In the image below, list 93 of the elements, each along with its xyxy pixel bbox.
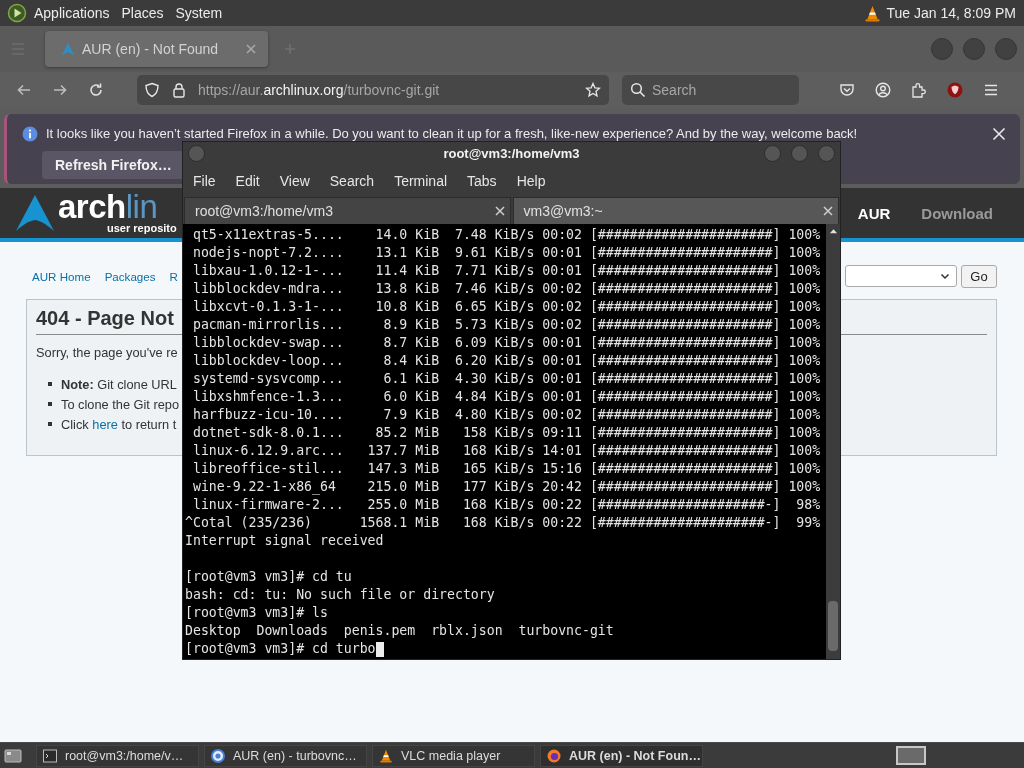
terminal-line: libxshmfence-1.3... 6.0 KiB 4.84 KiB/s 00:01 [######################] 100% xyxy=(191,388,821,406)
menu-item[interactable]: View xyxy=(279,173,310,189)
terminal-line: systemd-sysvcomp... 6.1 KiB 4.30 KiB/s 00:01 [######################] 100% xyxy=(191,370,821,388)
note-text: To clone the Git repo xyxy=(61,396,180,412)
terminal-tab[interactable]: root@vm3:/home/vm3 xyxy=(184,197,511,224)
notification-message: It looks like you haven’t started Firefox in a while. Do you want to clean it up for a fresh, like-new experience? And by the way, welcome back! xyxy=(46,126,858,141)
terminal-line: qt5-x11extras-5.... 14.0 KiB 7.48 KiB/s 00:02 [######################] 100% xyxy=(191,226,821,244)
close-icon[interactable] xyxy=(494,206,505,216)
menu-icon[interactable] xyxy=(983,82,999,98)
menu-item[interactable]: Tabs xyxy=(467,173,497,189)
menu-item[interactable]: Search xyxy=(329,173,375,189)
clock[interactable]: Tue Jan 14, 8:09 PM xyxy=(886,5,1016,21)
pouch-icon[interactable] xyxy=(839,82,855,98)
back-icon[interactable] xyxy=(16,82,32,98)
terminal-line: harfbuzz-icu-10.... 7.9 KiB 4.80 KiB/s 00:02 [######################] 100% xyxy=(191,406,821,424)
scrollbar-thumb[interactable] xyxy=(828,601,838,651)
taskbar-item[interactable]: VLC media player xyxy=(372,744,535,767)
terminal-line: libblockdev-loop... 8.4 KiB 6.20 KiB/s 00:01 [######################] 100% xyxy=(191,352,821,370)
nav-link[interactable]: AUR Home xyxy=(32,269,91,283)
flame-orb-icon xyxy=(547,748,561,763)
desktop-icon[interactable] xyxy=(4,747,22,764)
terminal-line: bash: cd: tu: No such file or directory xyxy=(185,586,495,604)
menu-item[interactable]: Help xyxy=(516,173,546,189)
traffic-cone-icon[interactable] xyxy=(864,4,880,22)
play-circle-icon[interactable] xyxy=(7,3,27,23)
terminal-line: libxau-1.0.12-1-... 11.4 KiB 7.71 KiB/s 00:01 [######################] 100% xyxy=(191,262,821,280)
terminal-icon xyxy=(43,748,57,763)
header-link[interactable]: AUR xyxy=(857,204,891,222)
window-title: root@vm3:/home/vm3 xyxy=(443,146,580,161)
triangle-logo-icon[interactable] xyxy=(15,194,55,232)
terminal-line: Interrupt signal received xyxy=(185,532,384,550)
shield-icon[interactable] xyxy=(144,82,160,98)
bullet-icon xyxy=(48,422,52,426)
logo-tagline: user reposito xyxy=(107,222,177,234)
terminal-line: dotnet-sdk-8.0.1... 85.2 MiB 158 KiB/s 09:11 [######################] 100% xyxy=(191,424,821,442)
search-field[interactable]: Search xyxy=(622,75,799,105)
traffic-cone-icon xyxy=(379,748,393,763)
forward-icon[interactable] xyxy=(52,82,68,98)
terminal-tab[interactable]: vm3@vm3:~ xyxy=(512,197,839,224)
terminal-line: linux-6.12.9.arc... 137.7 MiB 168 KiB/s 14:01 [######################] 100% xyxy=(191,442,821,460)
terminal-line: Desktop Downloads penis.pem rblx.json turbovnc-git xyxy=(185,622,614,640)
star-icon[interactable] xyxy=(585,82,601,98)
terminal-line: nodejs-nopt-7.2.... 13.1 KiB 9.61 KiB/s 00:01 [######################] 100% xyxy=(191,244,821,262)
info-icon xyxy=(22,125,38,142)
workspace-switcher[interactable] xyxy=(896,746,926,765)
terminal-line: libblockdev-swap... 8.7 KiB 6.09 KiB/s 00:01 [######################] 100% xyxy=(191,334,821,352)
nav-link[interactable]: R xyxy=(169,269,178,283)
address-bar[interactable]: https://aur.archlinux.org/turbovnc-git.git xyxy=(137,75,609,105)
here-link[interactable]: here xyxy=(92,416,118,432)
panel-menu[interactable]: Places xyxy=(121,5,164,21)
header-link[interactable]: Download xyxy=(921,204,993,222)
terminal-line: libxcvt-0.1.3-1-... 10.8 KiB 6.65 KiB/s 00:02 [######################] 100% xyxy=(191,298,821,316)
go-button[interactable]: Go xyxy=(961,264,997,288)
terminal-line: wine-9.22-1-x86_64 215.0 MiB 177 KiB/s 20:42 [######################] 100% xyxy=(191,478,821,496)
url-text[interactable]: https://aur.archlinux.org/turbovnc-git.git xyxy=(198,82,574,98)
terminal-line: ^Cotal (235/236) 1568.1 MiB 168 KiB/s 00:22 [#####################-] 99% xyxy=(185,514,821,532)
page-heading: 404 - Page Not xyxy=(36,306,174,330)
terminal-line: [root@vm3 vm3]# cd tu xyxy=(185,568,352,586)
scroll-up-icon[interactable] xyxy=(828,228,838,234)
logo-wordmark[interactable]: archlin xyxy=(58,192,177,222)
taskbar-item[interactable]: AUR (en) - turbovnc… xyxy=(204,744,367,767)
puzzle-icon[interactable] xyxy=(911,82,927,98)
page-message: Sorry, the page you've re xyxy=(36,345,178,361)
taskbar-item[interactable]: root@vm3:/home/v… xyxy=(36,744,199,767)
menu-item[interactable]: Edit xyxy=(235,173,260,189)
account-icon[interactable] xyxy=(875,82,891,98)
select-field[interactable] xyxy=(845,265,957,287)
triangle-logo-icon xyxy=(61,42,75,56)
menu-item[interactable]: File xyxy=(193,173,216,189)
terminal-line: [root@vm3 vm3]# cd turbo xyxy=(185,640,376,658)
lock-icon[interactable] xyxy=(171,82,187,98)
bullet-icon xyxy=(48,402,52,406)
shield-badge-icon[interactable] xyxy=(947,82,963,98)
reload-icon[interactable] xyxy=(88,82,104,98)
note-text: Note: Git clone URL xyxy=(61,376,177,392)
chevron-down-icon xyxy=(940,271,950,281)
terminal-line: linux-firmware-2... 255.0 MiB 168 KiB/s 00:22 [#####################-] 98% xyxy=(191,496,821,514)
menu-item[interactable]: Terminal xyxy=(394,173,448,189)
panel-menu[interactable]: Applications xyxy=(34,5,110,21)
note-text: Click here to return t xyxy=(61,416,177,432)
panel-menu[interactable]: System xyxy=(175,5,223,21)
taskbar-item[interactable]: AUR (en) - Not Foun… xyxy=(540,744,703,767)
ring-icon xyxy=(211,748,225,763)
bullet-icon xyxy=(48,382,52,386)
search-icon xyxy=(630,82,646,98)
terminal-screen[interactable] xyxy=(183,224,826,659)
terminal-line: pacman-mirrorlis... 8.9 KiB 5.73 KiB/s 00:02 [######################] 100% xyxy=(191,316,821,334)
terminal-line: [root@vm3 vm3]# ls xyxy=(185,604,328,622)
nav-link[interactable]: Packages xyxy=(104,269,156,283)
terminal-line: libreoffice-stil... 147.3 MiB 165 KiB/s 15:16 [######################] 100% xyxy=(191,460,821,478)
terminal-line: libblockdev-mdra... 13.8 KiB 7.46 KiB/s 00:02 [######################] 100% xyxy=(191,280,821,298)
refresh-button[interactable]: Refresh Firefox… xyxy=(42,151,185,179)
close-icon[interactable] xyxy=(823,206,833,216)
